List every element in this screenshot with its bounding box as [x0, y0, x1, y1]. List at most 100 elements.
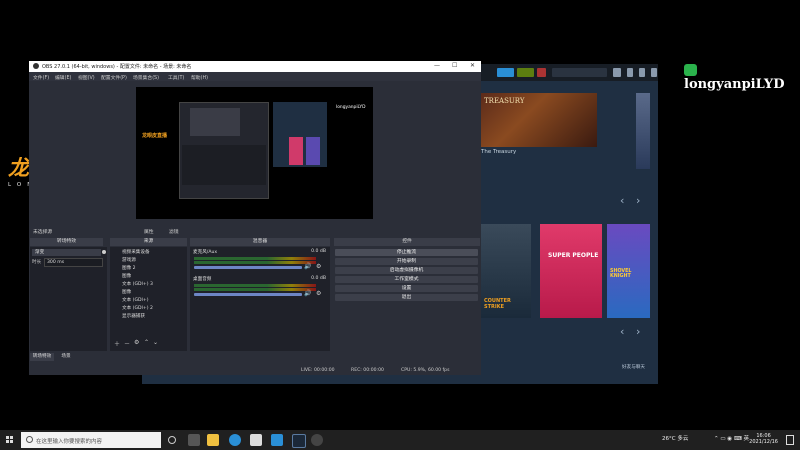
steam-bp-icon[interactable] [497, 68, 514, 77]
no-source-selected: 未选择源 [33, 230, 53, 235]
exit-button[interactable]: 退出 [335, 294, 478, 301]
tab-scenes[interactable]: 场景 [57, 353, 75, 361]
obs-icon[interactable] [311, 434, 323, 446]
gear-icon[interactable]: ⚙ [316, 263, 321, 270]
side-game-tile[interactable] [636, 93, 650, 169]
friends-chat-button[interactable]: 好友与聊天 [622, 364, 646, 370]
game-tile-shovel-knight[interactable]: SHOVEL KNIGHT [607, 224, 650, 318]
filters-button[interactable]: 滤镜 [169, 228, 179, 235]
preview-canvas[interactable]: 龙眼皮直播 longyanpiLYD [136, 87, 373, 219]
carousel-next-icon[interactable]: › [636, 194, 640, 207]
source-label: 文本 (GDI+) [122, 298, 149, 303]
list-item[interactable]: 文本 (GDI+) 3 [112, 281, 185, 287]
edge-icon[interactable] [229, 434, 241, 446]
transition-settings-icon[interactable] [102, 250, 106, 254]
steam-wallet-icon[interactable] [517, 68, 534, 77]
stop-streaming-button[interactable]: 停止推流 [335, 249, 478, 256]
mixer-channel-2-volume-slider[interactable] [194, 293, 302, 296]
obs-titlebar: OBS 27.0.1 (64-bit, windows) - 配置文件: 未命名… [29, 61, 481, 72]
source-label: 图像 [122, 290, 132, 295]
clock-date: 2021/12/16 [749, 439, 778, 445]
cortana-icon[interactable] [168, 436, 176, 444]
featured-title-text: The Treasury [481, 149, 517, 155]
mixer-channel-1-label: 麦克风/Aux [193, 250, 218, 255]
taskbar-search[interactable]: 在这里输入你要搜索的内容 [21, 432, 161, 448]
avatar[interactable] [537, 68, 546, 77]
gear-icon[interactable]: ⚙ [134, 339, 139, 346]
list-item[interactable]: 游戏源 [112, 257, 185, 263]
counter-strike-label: COUNTER STRIKE [484, 298, 511, 310]
transitions-header: 转场特效 [30, 238, 103, 246]
task-view-icon[interactable] [188, 434, 200, 446]
tab-transitions[interactable]: 转场特效 [30, 353, 54, 361]
preview-logo-text: 龙眼皮直播 [142, 133, 168, 139]
mixer-channel-2-meter-r [194, 288, 316, 291]
system-clock[interactable]: 16:06 2021/12/16 [749, 433, 778, 445]
transition-select[interactable]: 渐变 [32, 249, 101, 256]
list-item[interactable]: 视频采集设备 [112, 249, 185, 255]
maximize-icon[interactable]: ☐ [452, 62, 457, 69]
studio-mode-button[interactable]: 工作室模式 [335, 276, 478, 283]
menu-profile[interactable]: 配置文件(P) [101, 74, 127, 81]
minimize-icon[interactable] [627, 68, 633, 77]
mixer-channel-1-volume-slider[interactable] [194, 266, 302, 269]
mixer-header: 混音器 [190, 238, 330, 246]
wechat-icon [684, 63, 697, 76]
minimize-icon[interactable]: — [434, 62, 440, 69]
carousel-prev-icon-2[interactable]: ‹ [620, 325, 624, 338]
steam-account-menu[interactable] [552, 68, 607, 77]
menu-tools[interactable]: 工具(T) [168, 74, 184, 81]
sources-panel: 视频采集设备 游戏源 图像 2 图像 文本 (GDI+) 3 图像 文本 (GD… [110, 247, 187, 351]
store-icon[interactable] [250, 434, 262, 446]
mixer-panel: 麦克风/Aux 0.0 dB 🔊 ⚙ 桌面音频 0.0 dB 🔊 ⚙ [190, 247, 330, 351]
gear-icon[interactable]: ⚙ [316, 290, 321, 297]
close-icon[interactable]: ✕ [470, 62, 475, 69]
menu-scene-collection[interactable]: 场景集合(S) [133, 74, 159, 81]
duration-input[interactable]: 300 ms [44, 258, 103, 267]
list-item[interactable]: 图像 [112, 273, 185, 279]
move-up-icon[interactable]: ⌃ [144, 339, 149, 346]
list-item[interactable]: 显示器捕获 [112, 313, 185, 319]
move-down-icon[interactable]: ⌄ [153, 339, 158, 346]
mixer-channel-2-label: 桌面音频 [193, 277, 212, 282]
start-virtual-camera-button[interactable]: 启动虚拟摄像机 [335, 267, 478, 274]
tray-icons[interactable]: ⌃ ▭ ◉ ⌨ 英 [714, 434, 749, 442]
settings-button[interactable]: 设置 [335, 285, 478, 292]
list-item[interactable]: 图像 [112, 289, 185, 295]
steam-screen-icon[interactable] [613, 68, 621, 77]
speaker-icon[interactable]: 🔊 [304, 263, 311, 270]
remove-source-icon[interactable]: － [124, 339, 130, 348]
carousel-next-icon-2[interactable]: › [636, 325, 640, 338]
live-timer: LIVE: 00:00:00 [301, 368, 335, 373]
properties-button[interactable]: 属性 [144, 228, 154, 235]
menu-edit[interactable]: 编辑(E) [55, 74, 71, 81]
weather-widget[interactable]: 26°C 多云 [662, 434, 688, 442]
menu-view[interactable]: 视图(V) [78, 74, 95, 81]
mixer-channel-1-meter [194, 257, 316, 260]
notification-icon[interactable] [785, 434, 794, 446]
file-explorer-icon[interactable] [207, 434, 219, 446]
search-input[interactable]: 在这里输入你要搜索的内容 [36, 437, 102, 445]
game-tile-super-people[interactable]: SUPER PEOPLE [540, 224, 602, 318]
maximize-icon[interactable] [639, 68, 645, 77]
duration-label: 时长 [32, 260, 42, 265]
menu-help[interactable]: 帮助(H) [191, 74, 208, 81]
game-tile-counter-strike[interactable]: COUNTER STRIKE [481, 224, 531, 318]
speaker-icon[interactable]: 🔊 [304, 290, 311, 297]
windows-start-icon[interactable] [4, 434, 16, 446]
nested-tile [289, 137, 303, 165]
start-recording-button[interactable]: 开始录制 [335, 258, 478, 265]
windows-taskbar: 在这里输入你要搜索的内容 26°C 多云 ⌃ ▭ ◉ ⌨ 英 16:06 202… [0, 430, 800, 450]
steam-icon[interactable] [292, 434, 306, 448]
list-item[interactable]: 图像 2 [112, 265, 185, 271]
menu-file[interactable]: 文件(F) [33, 74, 49, 81]
carousel-prev-icon[interactable]: ‹ [620, 194, 624, 207]
mail-icon[interactable] [271, 434, 283, 446]
list-item[interactable]: 文本 (GDI+) [112, 297, 185, 303]
add-source-icon[interactable]: ＋ [114, 339, 120, 348]
close-icon[interactable] [651, 68, 657, 77]
featured-game-tile[interactable]: TREASURY [480, 93, 597, 147]
list-item[interactable]: 文本 (GDI+) 2 [112, 305, 185, 311]
obs-window[interactable]: OBS 27.0.1 (64-bit, windows) - 配置文件: 未命名… [29, 61, 481, 375]
nested-tile-2 [306, 137, 320, 165]
